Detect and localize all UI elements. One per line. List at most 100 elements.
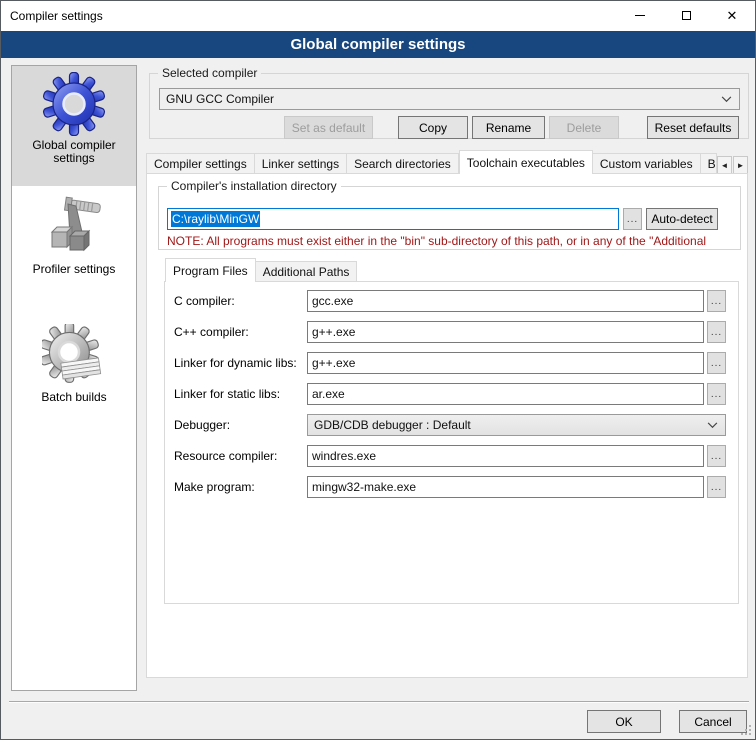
- field-label: Resource compiler:: [174, 449, 277, 463]
- auto-detect-button[interactable]: Auto-detect: [646, 208, 718, 230]
- gear-blue-icon: [42, 72, 106, 136]
- button-label: Reset defaults: [655, 121, 732, 135]
- tab-label: Additional Paths: [263, 265, 350, 279]
- button-label: OK: [615, 715, 632, 729]
- sidebar-item-global-compiler-settings[interactable]: Global compiler settings: [12, 66, 136, 186]
- toolchain-executables-page: Compiler's installation directory C:\ray…: [146, 173, 748, 678]
- close-icon: ✕: [727, 9, 738, 22]
- make-program-input[interactable]: mingw32-make.exe: [307, 476, 704, 498]
- ellipsis-icon: ...: [711, 296, 722, 307]
- field-label: Debugger:: [174, 418, 230, 432]
- program-files-page: C compiler: gcc.exe ... C++ compiler: g+…: [164, 281, 739, 604]
- field-label: C compiler:: [174, 294, 235, 308]
- subtab-additional-paths[interactable]: Additional Paths: [256, 261, 358, 282]
- tab-custom-variables[interactable]: Custom variables: [593, 153, 701, 174]
- tab-label: Program Files: [173, 264, 248, 278]
- tab-label: Linker settings: [262, 157, 339, 171]
- title-bar[interactable]: Compiler settings ✕: [1, 1, 755, 31]
- c-compiler-input[interactable]: gcc.exe: [307, 290, 704, 312]
- minimize-button[interactable]: [617, 1, 663, 30]
- browse-cpp-compiler-button[interactable]: ...: [707, 321, 726, 343]
- bin-subdirectory-note: NOTE: All programs must exist either in …: [167, 234, 739, 248]
- set-as-default-button[interactable]: Set as default: [284, 116, 373, 139]
- compiler-select-value: GNU GCC Compiler: [166, 92, 274, 106]
- close-button[interactable]: ✕: [709, 1, 755, 30]
- window-title: Compiler settings: [10, 9, 103, 23]
- compiler-settings-dialog: Compiler settings ✕ Global compiler sett…: [0, 0, 756, 740]
- sidebar-item-profiler-settings[interactable]: Profiler settings: [12, 190, 136, 296]
- tab-scroll-right-button[interactable]: ►: [733, 156, 748, 174]
- tab-label: Toolchain executables: [467, 156, 585, 170]
- cancel-button[interactable]: Cancel: [679, 710, 747, 733]
- ellipsis-icon: ...: [711, 358, 722, 369]
- maximize-icon: [682, 11, 691, 20]
- button-label: Auto-detect: [651, 212, 712, 226]
- browse-dynamic-linker-button[interactable]: ...: [707, 352, 726, 374]
- field-row-make-program: Make program: mingw32-make.exe ...: [165, 476, 740, 498]
- field-value: ar.exe: [312, 387, 345, 401]
- dynamic-linker-input[interactable]: g++.exe: [307, 352, 704, 374]
- tab-linker-settings[interactable]: Linker settings: [255, 153, 347, 174]
- maximize-button[interactable]: [663, 1, 709, 30]
- minimize-icon: [635, 15, 645, 16]
- field-row-cpp-compiler: C++ compiler: g++.exe ...: [165, 321, 740, 343]
- cpp-compiler-input[interactable]: g++.exe: [307, 321, 704, 343]
- field-label: Linker for dynamic libs:: [174, 356, 297, 370]
- tab-compiler-settings[interactable]: Compiler settings: [146, 153, 255, 174]
- tab-toolchain-executables[interactable]: Toolchain executables: [459, 150, 593, 174]
- button-label: Cancel: [694, 715, 731, 729]
- group-legend: Selected compiler: [158, 66, 261, 80]
- installation-directory-input[interactable]: C:\raylib\MinGW: [167, 208, 619, 230]
- reset-defaults-button[interactable]: Reset defaults: [647, 116, 739, 139]
- group-legend: Compiler's installation directory: [167, 179, 341, 193]
- copy-button[interactable]: Copy: [398, 116, 468, 139]
- browse-directory-button[interactable]: ...: [623, 208, 642, 230]
- sidebar-item-label: Batch builds: [12, 391, 136, 404]
- selected-text: C:\raylib\MinGW: [171, 211, 260, 227]
- delete-button[interactable]: Delete: [549, 116, 619, 139]
- field-value: g++.exe: [312, 356, 355, 370]
- tab-label: Custom variables: [600, 157, 693, 171]
- subtab-program-files[interactable]: Program Files: [165, 258, 256, 282]
- ellipsis-icon: ...: [711, 482, 722, 493]
- ellipsis-icon: ...: [711, 327, 722, 338]
- debugger-select[interactable]: GDB/CDB debugger : Default: [307, 414, 726, 436]
- resize-grip[interactable]: [741, 725, 751, 735]
- tab-build-options[interactable]: Build options: [701, 153, 717, 174]
- resource-compiler-input[interactable]: windres.exe: [307, 445, 704, 467]
- field-label: Make program:: [174, 480, 255, 494]
- button-label: Delete: [567, 121, 602, 135]
- sidebar-item-batch-builds[interactable]: Batch builds: [12, 318, 136, 424]
- tab-label: Search directories: [354, 157, 451, 171]
- profiler-caliper-icon: [42, 196, 106, 260]
- static-linker-input[interactable]: ar.exe: [307, 383, 704, 405]
- rename-button[interactable]: Rename: [472, 116, 545, 139]
- field-row-static-linker: Linker for static libs: ar.exe ...: [165, 383, 740, 405]
- ellipsis-icon: ...: [711, 389, 722, 400]
- ellipsis-icon: ...: [627, 214, 638, 225]
- button-label: Copy: [419, 121, 447, 135]
- browse-static-linker-button[interactable]: ...: [707, 383, 726, 405]
- footer-divider: [9, 701, 749, 703]
- button-label: Set as default: [292, 121, 365, 135]
- settings-sidebar: Global compiler settings Profiler settin…: [11, 65, 137, 691]
- browse-make-program-button[interactable]: ...: [707, 476, 726, 498]
- tab-scroll-left-button[interactable]: ◄: [717, 156, 732, 174]
- gear-batch-icon: [42, 324, 106, 388]
- field-value: windres.exe: [312, 449, 376, 463]
- selected-compiler-group: Selected compiler GNU GCC Compiler Set a…: [149, 73, 749, 139]
- settings-tabstrip: Compiler settings Linker settings Search…: [146, 151, 748, 174]
- chevron-down-icon: [721, 96, 732, 103]
- field-label: C++ compiler:: [174, 325, 249, 339]
- sidebar-item-label: Global compiler settings: [12, 139, 136, 165]
- browse-c-compiler-button[interactable]: ...: [707, 290, 726, 312]
- tab-scroll-arrows: ◄ ►: [717, 156, 748, 174]
- browse-resource-compiler-button[interactable]: ...: [707, 445, 726, 467]
- field-value: gcc.exe: [312, 294, 353, 308]
- field-row-c-compiler: C compiler: gcc.exe ...: [165, 290, 740, 312]
- button-label: Rename: [486, 121, 531, 135]
- ok-button[interactable]: OK: [587, 710, 661, 733]
- tab-search-directories[interactable]: Search directories: [347, 153, 459, 174]
- compiler-select[interactable]: GNU GCC Compiler: [159, 88, 740, 110]
- field-row-debugger: Debugger: GDB/CDB debugger : Default: [165, 414, 740, 436]
